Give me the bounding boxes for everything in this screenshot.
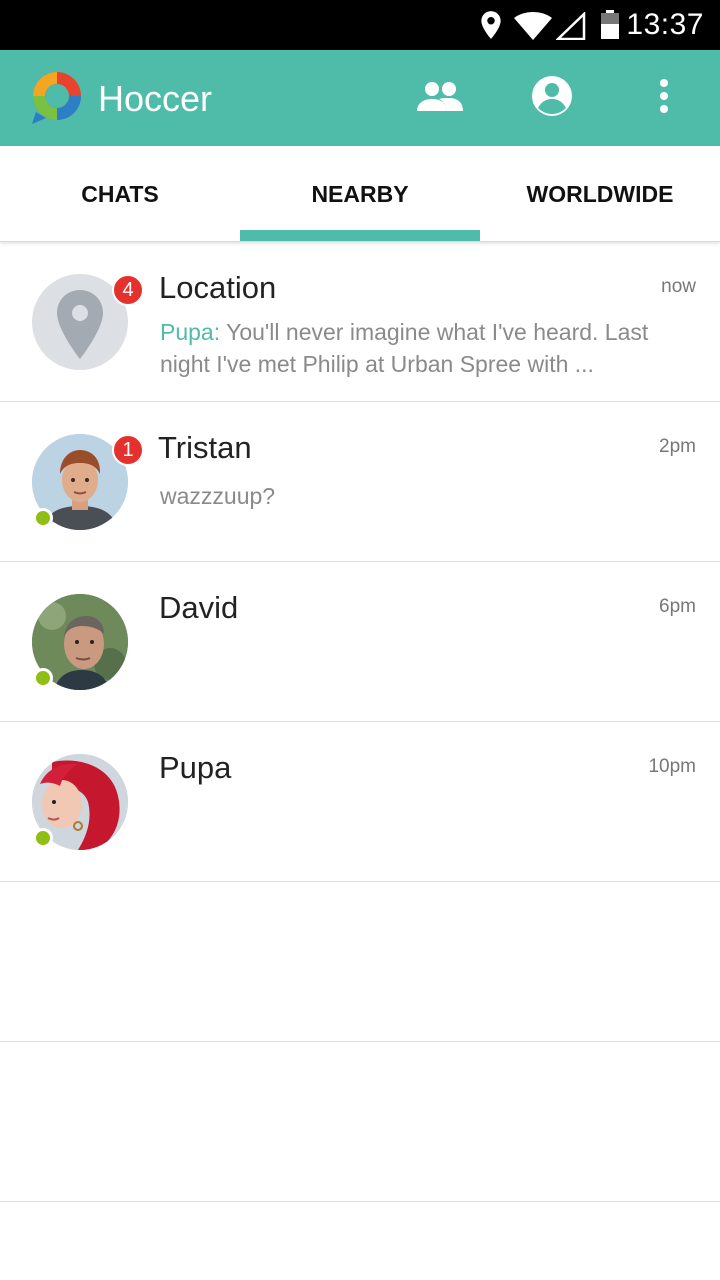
chat-name: David bbox=[159, 590, 239, 625]
clock: 13:37 bbox=[626, 8, 704, 41]
empty-list-row bbox=[0, 882, 720, 1042]
hoccer-logo-icon bbox=[28, 68, 86, 126]
location-icon bbox=[478, 10, 504, 45]
tab-bar: CHATS NEARBY WORLDWIDE bbox=[0, 146, 720, 242]
chat-name: Pupa bbox=[159, 750, 232, 785]
chat-name: Tristan bbox=[158, 430, 252, 465]
chat-row-david[interactable]: David 6pm bbox=[0, 562, 720, 722]
chat-time: now bbox=[661, 276, 696, 297]
message-preview: wazzzuup? bbox=[160, 480, 680, 512]
online-indicator bbox=[33, 508, 53, 528]
tab-chats[interactable]: CHATS bbox=[0, 146, 240, 242]
more-options-button[interactable] bbox=[640, 74, 688, 122]
empty-list-row bbox=[0, 1042, 720, 1202]
chat-list: 4 Location now Pupa: You'll never imagin… bbox=[0, 242, 720, 1202]
profile-icon bbox=[531, 75, 573, 122]
more-icon bbox=[659, 78, 669, 118]
message-sender: Pupa: bbox=[160, 319, 221, 345]
location-pin-icon bbox=[32, 290, 128, 370]
app-title: Hoccer bbox=[98, 78, 213, 119]
chat-time: 10pm bbox=[648, 756, 696, 777]
chat-row-pupa[interactable]: Pupa 10pm bbox=[0, 722, 720, 882]
message-text: wazzzuup? bbox=[160, 483, 276, 509]
chat-name: Location bbox=[159, 270, 277, 305]
unread-badge: 1 bbox=[112, 434, 144, 466]
chat-time: 2pm bbox=[659, 436, 696, 457]
message-preview: Pupa: You'll never imagine what I've hea… bbox=[160, 316, 680, 380]
chat-row-location[interactable]: 4 Location now Pupa: You'll never imagin… bbox=[0, 242, 720, 402]
profile-button[interactable] bbox=[528, 74, 576, 122]
tab-worldwide[interactable]: WORLDWIDE bbox=[480, 146, 720, 242]
contacts-icon bbox=[417, 81, 463, 116]
online-indicator bbox=[33, 828, 53, 848]
unread-badge: 4 bbox=[112, 274, 144, 306]
tab-nearby[interactable]: NEARBY bbox=[240, 146, 480, 242]
message-text: You'll never imagine what I've heard. La… bbox=[160, 319, 649, 377]
app-bar: Hoccer bbox=[0, 50, 720, 146]
wifi-icon bbox=[514, 12, 552, 45]
active-tab-indicator bbox=[240, 230, 480, 241]
contacts-button[interactable] bbox=[416, 74, 464, 122]
chat-row-tristan[interactable]: 1 Tristan 2pm wazzzuup? bbox=[0, 402, 720, 562]
signal-icon bbox=[554, 11, 586, 45]
chat-time: 6pm bbox=[659, 596, 696, 617]
online-indicator bbox=[33, 668, 53, 688]
battery-icon bbox=[600, 10, 620, 45]
status-bar: 13:37 bbox=[0, 0, 720, 50]
